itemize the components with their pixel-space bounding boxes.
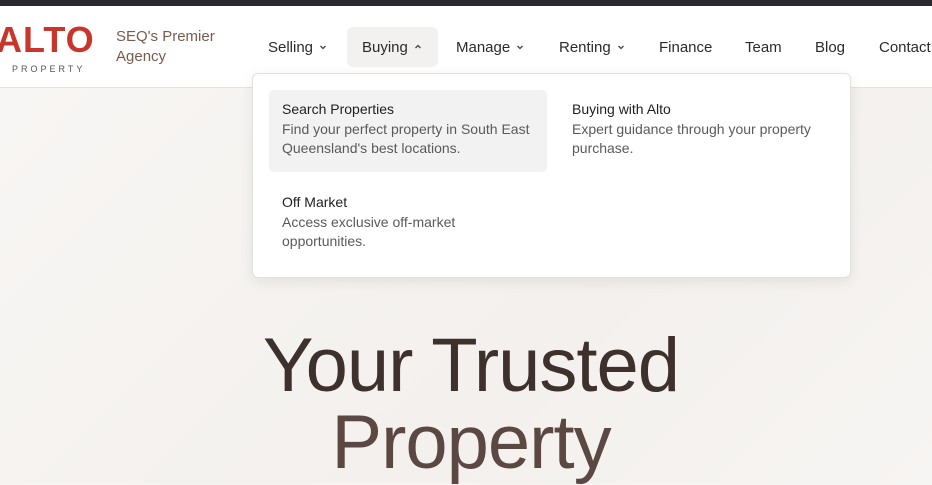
buying-dropdown-menu: Search Properties Find your perfect prop… [252,73,851,278]
hero-heading-line1: Your Trusted [262,323,680,408]
nav-item-label: Manage [456,38,511,56]
nav-item-buying[interactable]: Buying [347,27,438,67]
chevron-down-icon [515,42,525,52]
nav-item-finance[interactable]: Finance [659,27,712,67]
menu-item-description: Access exclusive off-market opportunitie… [282,214,456,249]
menu-item-description: Expert guidance through your property pu… [572,121,811,156]
nav-item-label: Buying [362,38,408,56]
nav-item-label: Team [745,38,782,56]
nav-item-label: Selling [268,38,314,56]
nav-item-label: Contact [879,38,931,56]
nav-item-label: Blog [815,38,846,56]
chevron-down-icon [318,42,328,52]
chevron-down-icon [616,42,626,52]
nav-item-blog[interactable]: Blog [815,27,845,67]
menu-item-title: Search Properties [282,101,395,117]
menu-item-buying-with-alto[interactable]: Buying with Alto Expert guidance through… [559,90,837,172]
nav-item-selling[interactable]: Selling [268,27,328,67]
menu-item-off-market[interactable]: Off Market Access exclusive off-market o… [269,183,547,265]
nav-item-label: Finance [659,38,713,56]
nav-item-team[interactable]: Team [745,27,782,67]
chevron-up-icon [413,42,423,52]
hero-heading-line2: Property [331,400,611,485]
menu-item-title: Off Market [282,194,348,210]
menu-item-description: Find your perfect property in South East… [282,121,530,156]
nav-item-renting[interactable]: Renting [559,27,626,67]
nav-item-contact[interactable]: Contact [879,27,931,67]
nav-item-label: Renting [559,38,611,56]
nav-item-manage[interactable]: Manage [456,27,525,67]
menu-item-title: Buying with Alto [572,101,671,117]
menu-item-search-properties[interactable]: Search Properties Find your perfect prop… [269,90,547,172]
